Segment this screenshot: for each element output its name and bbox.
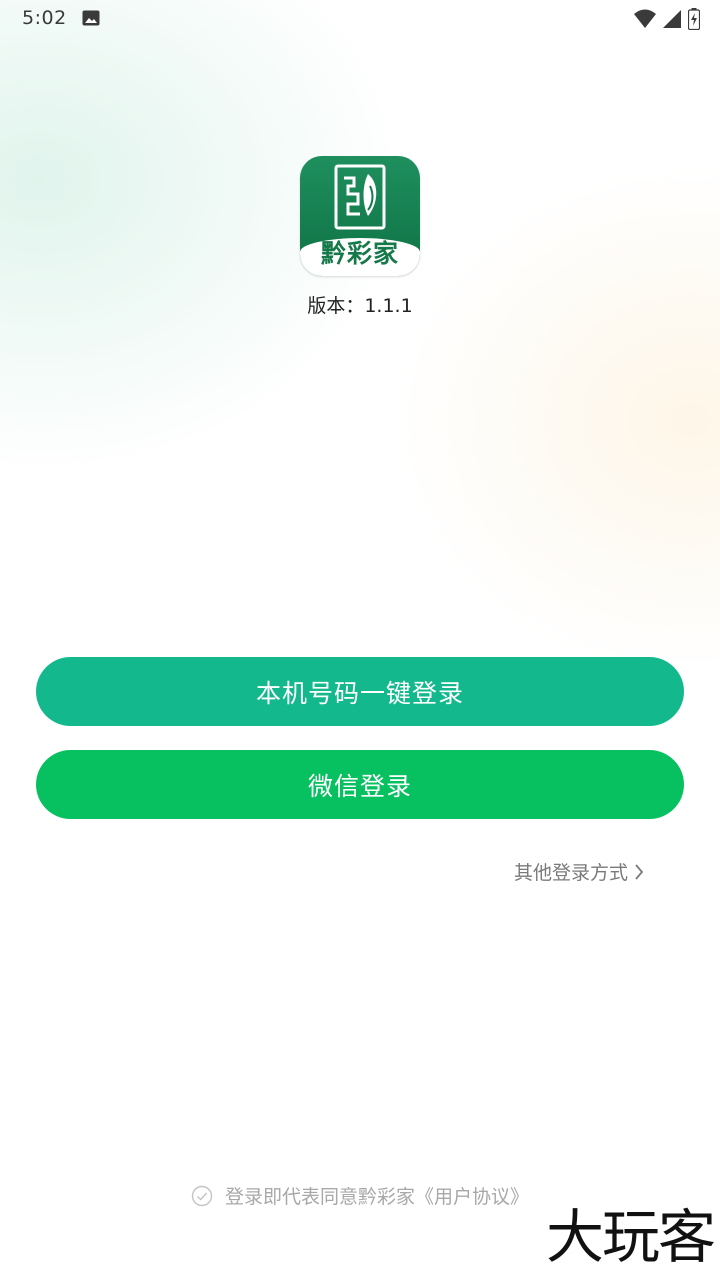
wifi-icon	[634, 9, 656, 33]
agreement-text[interactable]: 登录即代表同意黔彩家《用户协议》	[225, 1182, 529, 1209]
phone-login-label: 本机号码一键登录	[255, 678, 464, 708]
other-login-link[interactable]: 其他登录方式	[514, 858, 644, 885]
app-logo: 黔彩家	[300, 156, 420, 276]
phone-login-button[interactable]: 本机号码一键登录	[36, 657, 684, 726]
watermark: 大玩客	[545, 1203, 716, 1271]
status-time: 5:02	[22, 7, 67, 29]
other-login-label: 其他登录方式	[513, 862, 628, 884]
image-icon	[82, 10, 100, 30]
wechat-login-label: 微信登录	[307, 771, 412, 801]
logo-emblem-icon	[334, 164, 386, 230]
chevron-right-icon	[635, 863, 644, 880]
battery-charging-icon	[687, 8, 701, 34]
logo-text: 黔彩家	[320, 239, 399, 268]
wechat-login-button[interactable]: 微信登录	[36, 750, 684, 819]
check-circle-icon[interactable]	[191, 1185, 213, 1207]
signal-icon	[662, 9, 682, 33]
version-label: 版本：1.1.1	[307, 295, 413, 317]
status-bar: 5:02	[0, 0, 720, 38]
